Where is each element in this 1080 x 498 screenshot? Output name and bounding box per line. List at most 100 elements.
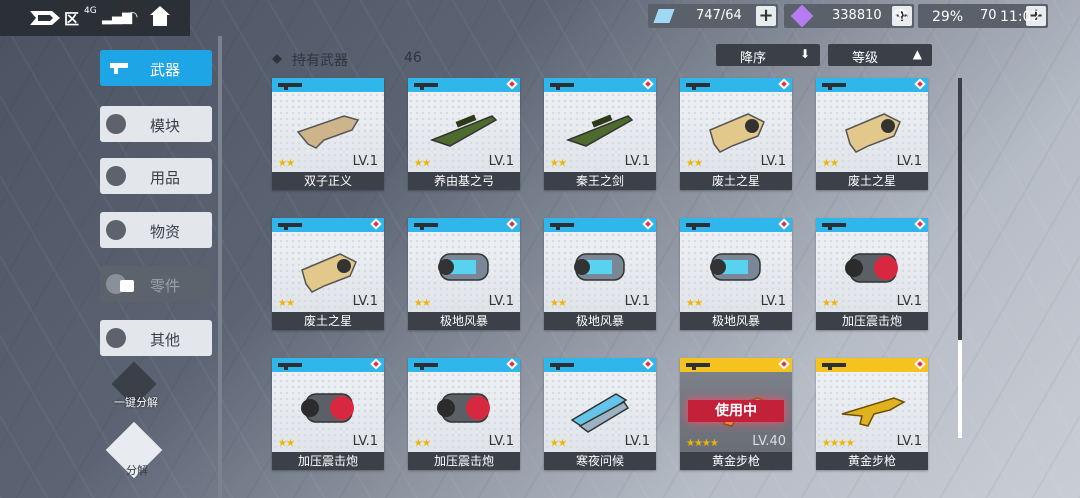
menu-label: 武器 (150, 61, 181, 79)
weapon-level: LV.1 (488, 154, 514, 169)
weapon-level: LV.1 (896, 434, 922, 449)
weapon-icon (845, 113, 901, 153)
star-rating: ★★ (550, 158, 567, 169)
star-rating: ★★ (278, 298, 295, 309)
lightning-icon (106, 166, 126, 186)
weapon-card[interactable]: ★★ LV.1 加压震击炮 (408, 358, 520, 470)
weapon-card[interactable]: ★★ LV.1 极地风暴 (680, 218, 792, 330)
weapon-card[interactable]: ★★ LV.1 寒夜问候 (544, 358, 656, 470)
triangle-icon: ▲ (912, 47, 922, 61)
weapon-level: LV.1 (352, 294, 378, 309)
add-stamina-button[interactable]: + (756, 6, 776, 26)
weapon-card[interactable]: ★★★★ LV.40 使用中 黄金步枪 (680, 358, 792, 470)
weapon-level: LV.1 (896, 294, 922, 309)
weapon-name: 加压震击炮 (408, 452, 520, 470)
weapon-name: 极地风暴 (408, 312, 520, 330)
weapon-name: 寒夜问候 (544, 452, 656, 470)
crystal-value: 338810 (832, 8, 882, 23)
filter-label: 等级 (852, 51, 879, 66)
star-rating: ★★ (414, 438, 431, 449)
eye-icon: 👁 (892, 8, 909, 23)
dismantle-label: 分解 (126, 464, 148, 477)
one-click-dismantle-label: 一键分解 (114, 396, 158, 409)
menu-supplies[interactable]: 物资 (100, 212, 212, 248)
weapon-name: 秦王之剑 (544, 172, 656, 190)
star-rating: ★★ (822, 298, 839, 309)
owned-weapons-count: 46 (404, 50, 422, 66)
weapon-name: 养由基之弓 (408, 172, 520, 190)
weapon-type-icon (686, 83, 710, 90)
weapon-icon (301, 393, 354, 423)
weapon-type-icon (414, 223, 438, 230)
weapon-icon (841, 397, 906, 427)
weapon-card[interactable]: ★★★★ LV.1 黄金步枪 (816, 358, 928, 470)
menu-label: 其他 (150, 331, 181, 349)
menu-items[interactable]: 用品 (100, 158, 212, 194)
weapon-card[interactable]: ★★ LV.1 废土之星 (816, 78, 928, 190)
weapon-name: 废土之星 (816, 172, 928, 190)
weapon-card[interactable]: ★★ LV.1 加压震击炮 (272, 358, 384, 470)
weapon-type-icon (414, 363, 438, 370)
weapon-level: LV.1 (352, 154, 378, 169)
weapon-type-icon (278, 223, 302, 230)
weapon-name: 废土之星 (272, 312, 384, 330)
weapon-type-icon (822, 223, 846, 230)
weapon-name: 加压震击炮 (816, 312, 928, 330)
menu-weapons[interactable]: 武器 (100, 50, 212, 86)
weapon-card[interactable]: ★★ LV.1 废土之星 (272, 218, 384, 330)
home-icon[interactable] (150, 6, 170, 26)
star-rating: ★★ (414, 158, 431, 169)
menu-label: 物资 (150, 223, 181, 241)
weapon-type-icon (278, 83, 302, 90)
star-rating: ★★★★ (686, 438, 719, 449)
weapon-name: 废土之星 (680, 172, 792, 190)
star-rating: ★★ (550, 298, 567, 309)
weapon-name: 黄金步枪 (680, 452, 792, 470)
menu-parts: 零件 (100, 266, 212, 302)
weapon-icon (296, 115, 360, 149)
weapon-card[interactable]: ★★ LV.1 极地风暴 (544, 218, 656, 330)
energy-icon (653, 9, 675, 23)
weapon-name: 极地风暴 (544, 312, 656, 330)
menu-label: 用品 (150, 169, 181, 187)
weapon-level: LV.40 (752, 434, 786, 449)
sort-order-button[interactable]: 降序 ⬇ (716, 44, 820, 66)
weapon-name: 黄金步枪 (816, 452, 928, 470)
weapon-type-icon (550, 363, 574, 370)
weapon-name: 双子正义 (272, 172, 384, 190)
star-rating: ★★ (686, 298, 703, 309)
owned-weapons-title: 持有武器 (292, 53, 348, 69)
weapon-card[interactable]: ★★ LV.1 极地风暴 (408, 218, 520, 330)
diamond-icon (272, 54, 282, 64)
weapon-level: LV.1 (760, 154, 786, 169)
weapon-card[interactable]: ★★ LV.1 废土之星 (680, 78, 792, 190)
weapon-type-icon (278, 363, 302, 370)
weapon-card[interactable]: ★★ LV.1 加压震击炮 (816, 218, 928, 330)
weapon-level: LV.1 (896, 154, 922, 169)
gun-icon (110, 63, 128, 74)
weapon-card[interactable]: ★★ LV.1 双子正义 (272, 78, 384, 190)
weapon-type-icon (686, 223, 710, 230)
weapon-level: LV.1 (760, 294, 786, 309)
weapon-icon (438, 253, 489, 281)
star-rating: ★★ (414, 298, 431, 309)
weapon-type-icon (822, 363, 846, 370)
divider (218, 36, 222, 498)
menu-modules[interactable]: 模块 (100, 106, 212, 142)
weapon-level: LV.1 (488, 434, 514, 449)
third-value: 70 (980, 8, 997, 23)
menu-other[interactable]: 其他 (100, 320, 212, 356)
module-icon (106, 114, 126, 134)
weapon-level: LV.1 (488, 294, 514, 309)
scrollbar-thumb[interactable] (958, 340, 962, 438)
star-rating: ★★ (822, 158, 839, 169)
weapon-icon (430, 114, 498, 147)
carrier-text: 区 (64, 10, 80, 28)
filter-level-button[interactable]: 等级 ▲ (828, 44, 932, 66)
more-icon (106, 328, 126, 348)
app-logo-icon (30, 11, 60, 25)
star-rating: ★★ (686, 158, 703, 169)
weapon-card[interactable]: ★★ LV.1 秦王之剑 (544, 78, 656, 190)
weapon-card[interactable]: ★★ LV.1 养由基之弓 (408, 78, 520, 190)
weapon-icon (845, 253, 898, 283)
